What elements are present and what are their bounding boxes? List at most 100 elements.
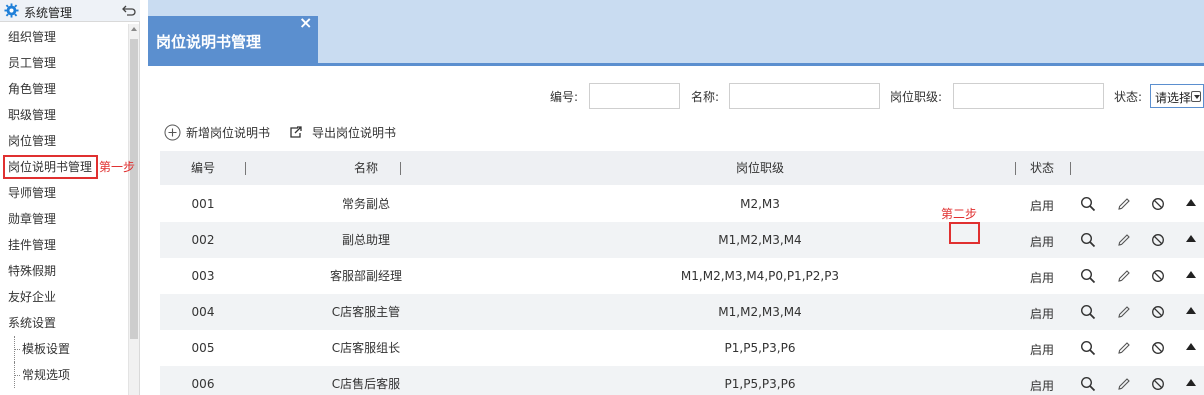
cell-code: 003: [191, 269, 215, 283]
sidebar-item-label: 特殊假期: [8, 264, 57, 278]
sidebar-item-org[interactable]: 组织管理: [0, 24, 128, 50]
close-icon[interactable]: ×: [299, 13, 312, 32]
level-filter-label: 岗位职级:: [890, 90, 943, 104]
sidebar-item-staff[interactable]: 员工管理: [0, 50, 128, 76]
sidebar-item-positions[interactable]: 岗位管理: [0, 128, 128, 154]
sidebar-item-medals[interactable]: 勋章管理: [0, 206, 128, 232]
sidebar-item-label: 模板设置: [22, 342, 71, 356]
name-filter-input[interactable]: [729, 83, 880, 109]
cell-code: 002: [191, 233, 215, 247]
table-header: 编号 名称 岗位职级 状态: [160, 151, 1204, 185]
table-row-006: 006 C店售后客服 P1,P5,P3,P6 启用: [160, 366, 1204, 395]
search-icon[interactable]: [1080, 304, 1096, 320]
sidebar-item-roles[interactable]: 角色管理: [0, 76, 128, 102]
ban-icon[interactable]: [1150, 268, 1166, 284]
filter-bar: 编号: 名称: 岗位职级: 状态: 请选择: [148, 70, 1204, 120]
level-filter-input[interactable]: [953, 83, 1104, 109]
sidebar-item-label: 职级管理: [8, 108, 57, 122]
cell-name: C店客服组长: [331, 341, 401, 355]
sidebar-item-label: 友好企业: [8, 290, 57, 304]
table-row-003: 003 客服部副经理 M1,M2,M3,M4,P0,P1,P2,P3 启用: [160, 258, 1204, 294]
export-position-description-button[interactable]: 导出岗位说明书: [288, 122, 408, 144]
search-icon[interactable]: [1080, 232, 1096, 248]
ban-icon[interactable]: [1150, 232, 1166, 248]
edit-icon[interactable]: [1116, 340, 1132, 356]
cell-status: 启用: [1029, 199, 1054, 213]
ban-icon[interactable]: [1150, 304, 1166, 320]
cell-code: 001: [191, 197, 215, 211]
column-divider: [1015, 162, 1016, 175]
status-filter-label: 状态:: [1114, 90, 1143, 104]
ban-icon[interactable]: [1150, 376, 1166, 392]
export-icon: [290, 126, 302, 138]
sidebar-item-template-settings[interactable]: 模板设置: [0, 336, 128, 362]
move-up-icon[interactable]: [1186, 271, 1196, 278]
ban-icon[interactable]: [1150, 340, 1166, 356]
cell-name: 副总助理: [341, 233, 390, 247]
cell-level: P1,P5,P3,P6: [724, 341, 796, 355]
search-icon[interactable]: [1080, 376, 1096, 392]
edit-icon[interactable]: [1116, 268, 1132, 284]
gear-icon: [4, 3, 19, 18]
sidebar-item-partner-companies[interactable]: 友好企业: [0, 284, 128, 310]
search-icon[interactable]: [1080, 340, 1096, 356]
table-row-004: 004 C店客服主管 M1,M2,M3,M4 启用: [160, 294, 1204, 330]
tab-position-descriptions[interactable]: 岗位说明书管理 ×: [148, 13, 318, 66]
cell-status: 启用: [1029, 379, 1054, 393]
sidebar-scrollbar[interactable]: [128, 24, 139, 395]
move-up-icon[interactable]: [1186, 235, 1196, 242]
sidebar-title: 系统管理: [24, 6, 73, 20]
sidebar-item-label: 挂件管理: [8, 238, 57, 252]
column-divider: [1070, 162, 1071, 175]
cell-level: M1,M2,M3,M4,P0,P1,P2,P3: [680, 269, 840, 283]
scrollbar-thumb[interactable]: [130, 39, 138, 339]
column-header-level: 岗位职级: [735, 161, 784, 175]
chevron-down-icon: [1191, 91, 1201, 102]
sidebar-item-general-options[interactable]: 常规选项: [0, 362, 128, 388]
add-button-label: 新增岗位说明书: [186, 126, 271, 140]
code-filter-input[interactable]: [589, 83, 680, 109]
sidebar-item-label: 导师管理: [8, 186, 57, 200]
edit-icon[interactable]: [1116, 232, 1132, 248]
sidebar-item-system-settings[interactable]: 系统设置: [0, 310, 128, 336]
sidebar-item-special-leave[interactable]: 特殊假期: [0, 258, 128, 284]
search-icon[interactable]: [1080, 196, 1096, 212]
column-header-status: 状态: [1029, 161, 1054, 175]
step2-annotation: 第二步: [941, 207, 978, 221]
tab-title: 岗位说明书管理: [156, 33, 262, 51]
status-filter-select[interactable]: 请选择: [1150, 84, 1204, 108]
column-header-name: 名称: [353, 161, 378, 175]
move-up-icon[interactable]: [1186, 307, 1196, 314]
scroll-up-arrow-icon[interactable]: [131, 27, 137, 31]
back-arrow-icon[interactable]: [121, 2, 137, 18]
cell-status: 启用: [1029, 343, 1054, 357]
tab-bar: 岗位说明书管理 ×: [148, 0, 1204, 66]
table-row-005: 005 C店客服组长 P1,P5,P3,P6 启用: [160, 330, 1204, 366]
name-filter-label: 名称:: [691, 90, 720, 104]
sidebar-item-pendants[interactable]: 挂件管理: [0, 232, 128, 258]
move-up-icon[interactable]: [1186, 199, 1196, 206]
cell-code: 005: [191, 341, 215, 355]
add-position-description-button[interactable]: 新增岗位说明书: [164, 122, 284, 144]
sidebar-item-label: 常规选项: [22, 368, 71, 382]
sidebar-item-label: 组织管理: [8, 30, 57, 44]
add-circle-icon: [164, 124, 181, 141]
sidebar-item-label: 岗位管理: [8, 134, 57, 148]
move-up-icon[interactable]: [1186, 343, 1196, 350]
tree-connector: [14, 336, 20, 362]
status-select-value: 请选择: [1155, 91, 1192, 105]
ban-icon[interactable]: [1150, 196, 1166, 212]
edit-icon[interactable]: [1116, 196, 1132, 212]
code-filter-label: 编号:: [550, 90, 579, 104]
edit-icon[interactable]: [1116, 376, 1132, 392]
tree-connector: [14, 362, 20, 388]
edit-icon[interactable]: [1116, 304, 1132, 320]
move-up-icon[interactable]: [1186, 379, 1196, 386]
sidebar-item-ranks[interactable]: 职级管理: [0, 102, 128, 128]
table-row-002: 002 副总助理 M1,M2,M3,M4 启用: [160, 222, 1204, 258]
sidebar-item-mentors[interactable]: 导师管理: [0, 180, 128, 206]
cell-name: 常务副总: [341, 197, 390, 211]
step2-highlight-box: [949, 222, 980, 244]
search-icon[interactable]: [1080, 268, 1096, 284]
step1-annotation: 第一步: [99, 160, 136, 174]
